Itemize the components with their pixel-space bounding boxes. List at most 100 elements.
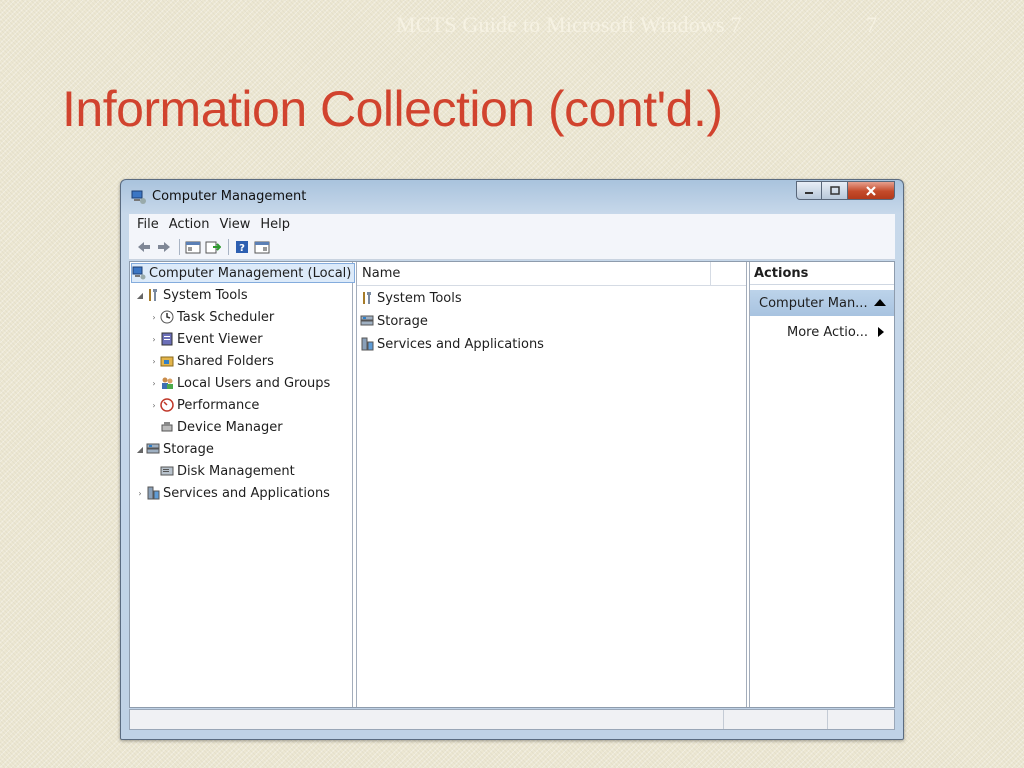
menu-help[interactable]: Help: [255, 217, 295, 232]
tree-item-local-users-and-groups[interactable]: › Local Users and Groups: [148, 373, 330, 393]
status-divider: [723, 710, 724, 729]
client-area: Computer Management (Local) ◢ System Too…: [129, 261, 895, 708]
computer-management-window: Computer Management File Action View Hel…: [120, 179, 904, 740]
results-list: Name System Tools Storage Services and A…: [356, 262, 747, 707]
list-item-services-and-applications[interactable]: Services and Applications: [360, 334, 544, 354]
list-item-label: Services and Applications: [377, 336, 544, 352]
export-list-icon: [205, 241, 221, 254]
list-item-system-tools[interactable]: System Tools: [360, 288, 462, 308]
actions-header: Actions: [750, 262, 894, 285]
show-hide-console-tree-button[interactable]: [184, 238, 202, 256]
tree-item-label: Performance: [177, 397, 260, 413]
maximize-button[interactable]: [822, 181, 848, 200]
services-applications-icon: [360, 337, 374, 351]
more-actions-item[interactable]: More Actio...: [787, 321, 868, 343]
column-header-name[interactable]: Name: [357, 262, 711, 285]
collapsed-arrow-icon[interactable]: ›: [148, 401, 160, 410]
menu-action[interactable]: Action: [164, 217, 215, 232]
console-tree: Computer Management (Local) ◢ System Too…: [130, 262, 356, 707]
title-bar[interactable]: Computer Management: [121, 180, 903, 212]
menu-view[interactable]: View: [214, 217, 255, 232]
expanded-arrow-icon[interactable]: ◢: [134, 291, 146, 300]
console-tree-icon: [185, 241, 201, 254]
computer-management-icon: [132, 266, 146, 280]
maximize-icon: [829, 185, 840, 195]
actions-section-label: Computer Man...: [759, 295, 868, 311]
tree-item-computer-management-local[interactable]: Computer Management (Local): [131, 263, 356, 283]
disk-management-icon: [160, 464, 174, 478]
tree-item-label: Disk Management: [177, 463, 295, 479]
forward-arrow-icon: [158, 242, 170, 252]
help-button[interactable]: ?: [233, 238, 251, 256]
tree-item-system-tools[interactable]: ◢ System Tools: [134, 285, 248, 305]
tree-item-label: Computer Management (Local): [149, 265, 352, 281]
tree-item-disk-management[interactable]: Disk Management: [160, 461, 295, 481]
tree-item-label: Shared Folders: [177, 353, 274, 369]
forward-button[interactable]: [155, 238, 173, 256]
task-scheduler-icon: [160, 310, 174, 324]
tree-item-event-viewer[interactable]: › Event Viewer: [148, 329, 263, 349]
tree-item-label: Device Manager: [177, 419, 283, 435]
services-applications-icon: [146, 486, 160, 500]
tree-item-label: Local Users and Groups: [177, 375, 331, 391]
toolbar-separator: [179, 239, 180, 255]
collapsed-arrow-icon[interactable]: ›: [148, 379, 160, 388]
collapsed-arrow-icon[interactable]: ›: [148, 335, 160, 344]
tree-item-label: Services and Applications: [163, 485, 330, 501]
system-tools-icon: [146, 288, 160, 302]
tree-item-storage[interactable]: ◢ Storage: [134, 439, 214, 459]
storage-icon: [146, 442, 160, 456]
collapsed-arrow-icon[interactable]: ›: [134, 489, 146, 498]
device-manager-icon: [160, 420, 174, 434]
toolbar-separator: [228, 239, 229, 255]
tree-item-label: System Tools: [163, 287, 248, 303]
svg-text:?: ?: [239, 243, 245, 254]
slide-page-number: 7: [866, 12, 878, 37]
tree-item-performance[interactable]: › Performance: [148, 395, 259, 415]
local-users-icon: [160, 376, 174, 390]
status-divider: [827, 710, 828, 729]
shared-folders-icon: [160, 354, 174, 368]
list-item-label: Storage: [377, 313, 428, 329]
tree-item-label: Task Scheduler: [177, 309, 275, 325]
tree-item-label: Event Viewer: [177, 331, 263, 347]
performance-icon: [160, 398, 174, 412]
actions-section-computer-management[interactable]: Computer Man...: [750, 290, 894, 316]
tree-item-device-manager[interactable]: Device Manager: [160, 417, 283, 437]
export-list-button[interactable]: [204, 238, 222, 256]
slide-header: MCTS Guide to Microsoft Windows 7 7: [396, 12, 877, 38]
tree-item-label: Storage: [163, 441, 214, 457]
minimize-button[interactable]: [796, 181, 822, 200]
storage-icon: [360, 314, 374, 328]
list-item-storage[interactable]: Storage: [360, 311, 428, 331]
expanded-arrow-icon[interactable]: ◢: [134, 445, 146, 454]
toolbar: ?: [129, 235, 895, 260]
event-viewer-icon: [160, 332, 174, 346]
action-pane-icon: [254, 241, 270, 254]
tree-item-shared-folders[interactable]: › Shared Folders: [148, 351, 274, 371]
status-bar: [129, 709, 895, 730]
close-icon: [866, 185, 876, 196]
help-icon: ?: [236, 241, 248, 254]
back-arrow-icon: [138, 242, 150, 252]
collapsed-arrow-icon[interactable]: ›: [148, 357, 160, 366]
slide-header-text: MCTS Guide to Microsoft Windows 7: [396, 12, 742, 37]
menu-bar: File Action View Help: [129, 214, 895, 235]
slide-title: Information Collection (cont'd.): [62, 81, 723, 137]
submenu-arrow-icon[interactable]: [878, 327, 884, 337]
close-button[interactable]: [848, 181, 895, 200]
list-header: Name: [357, 262, 746, 286]
actions-pane: Actions Computer Man... More Actio...: [749, 262, 894, 707]
collapsed-arrow-icon[interactable]: ›: [148, 313, 160, 322]
menu-file[interactable]: File: [129, 217, 164, 232]
window-title: Computer Management: [152, 189, 307, 204]
list-item-label: System Tools: [377, 290, 462, 306]
show-hide-action-pane-button[interactable]: [253, 238, 271, 256]
computer-management-icon: [131, 190, 146, 204]
tree-item-task-scheduler[interactable]: › Task Scheduler: [148, 307, 274, 327]
collapse-up-icon[interactable]: [874, 299, 886, 306]
back-button[interactable]: [135, 238, 153, 256]
minimize-icon: [805, 191, 813, 194]
tree-item-services-and-applications[interactable]: › Services and Applications: [134, 483, 330, 503]
system-tools-icon: [360, 291, 374, 305]
